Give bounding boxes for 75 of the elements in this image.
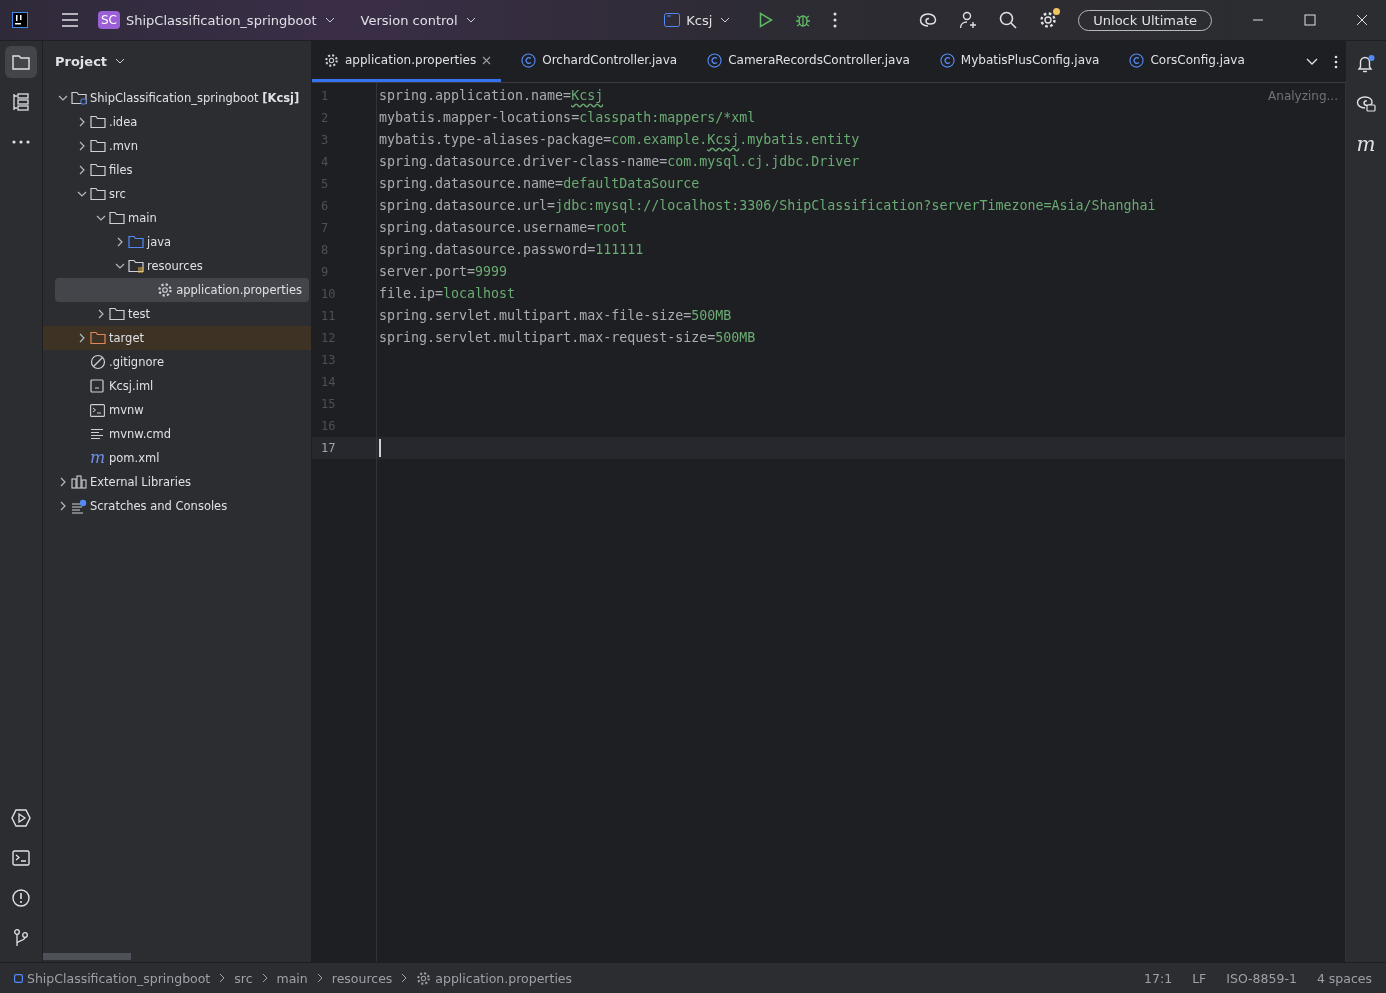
code-line: mybatis.type-aliases-package=com.example.Kcsj.mybatis.entity [379,132,860,147]
tree-label: main [128,211,157,225]
code-line: spring.datasource.password=111111 [379,242,644,257]
code-line: spring.servlet.multipart.max-file-size=500MB [379,308,732,323]
breadcrumb[interactable]: ShipClassification_springboot [14,970,211,986]
code-line: spring.application.name=Kcsj [379,88,604,103]
tree-label: ShipClassification_springboot [Kcsj] [90,91,300,105]
project-dropdown[interactable]: SC ShipClassification_springboot [90,7,343,33]
status-item[interactable]: ISO-8859-1 [1226,970,1297,986]
tree-label: External Libraries [90,475,192,489]
tree-item[interactable]: Kcsj.iml [43,374,309,398]
tab-label: CameraRecordsController.java [728,53,910,67]
tree-item[interactable]: ShipClassification_springboot [Kcsj] [43,86,309,110]
code-line: spring.datasource.name=defaultDataSource [379,176,700,191]
breadcrumb[interactable]: src [234,970,253,986]
tree-label: src [109,187,126,201]
breadcrumb[interactable]: main [276,970,308,986]
tree-item[interactable]: Scratches and Consoles [43,494,309,518]
editor-tab[interactable]: MybatisPlusConfig.java [927,41,1110,82]
tree-item[interactable]: m pom.xml [43,446,309,470]
tree-item[interactable]: .gitignore [43,350,309,374]
project-view-dropdown[interactable]: Project [49,52,132,70]
tree-label: .idea [109,115,138,129]
tree-label: .gitignore [109,355,165,369]
vcs-dropdown[interactable]: Version control [352,8,484,32]
code-line: spring.datasource.driver-class-name=com.mysql.cj.jdbc.Driver [379,154,860,169]
tree-label: java [147,235,172,249]
tree-item[interactable]: mvnw.cmd [43,422,309,446]
tree-label: pom.xml [109,451,160,465]
tab-label: CorsConfig.java [1150,53,1245,67]
run-config-dropdown[interactable]: Kcsj [656,8,739,32]
code-line: server.port=9999 [379,264,508,279]
analysis-status: Analyzing... [1268,89,1338,103]
tree-label: application.properties [176,283,303,297]
tree-label: Kcsj.iml [109,379,154,393]
breadcrumb[interactable]: resources [331,970,393,986]
tree-label: resources [147,259,203,273]
tab-label: MybatisPlusConfig.java [960,53,1100,67]
editor-tab[interactable]: application.properties [312,41,502,82]
status-item[interactable]: 17:1 [1144,970,1173,986]
line-number: 17 [312,437,376,459]
tab-label: application.properties [345,53,477,67]
tree-label: mvnw.cmd [109,427,172,441]
tree-item[interactable]: src [43,182,309,206]
code-line: spring.servlet.multipart.max-request-size=500MB [379,330,756,345]
maven-tool-button[interactable]: m [1351,129,1381,159]
tree-item[interactable]: files [43,158,309,182]
tab-label: OrchardController.java [542,53,678,67]
tree-item[interactable]: .idea [43,110,309,134]
tree-item[interactable]: main [43,206,309,230]
editor-tab[interactable]: OrchardController.java [509,41,688,82]
editor-tab[interactable]: CameraRecordsController.java [695,41,920,82]
maven-icon: m [90,450,106,466]
tree-label: mvnw [109,403,144,417]
status-item[interactable]: LF [1192,970,1207,986]
tree-label: files [109,163,133,177]
tree-item[interactable]: target [43,326,311,350]
tree-label: .mvn [109,139,138,153]
status-item[interactable]: 4 spaces [1316,970,1372,986]
code-line: spring.datasource.url=jdbc:mysql://localhost:3306/ShipClassification?serverTimezone=Asia/Shanghai [379,198,1156,213]
tree-item[interactable]: java [43,230,309,254]
tree-item[interactable]: application.properties [55,278,309,302]
editor-tab[interactable]: CorsConfig.java [1117,41,1255,82]
tree-item[interactable]: External Libraries [43,470,309,494]
code-line: mybatis.mapper-locations=classpath:mappers/*xml [379,110,756,125]
tree-item[interactable]: test [43,302,309,326]
tree-item[interactable]: mvnw [43,398,309,422]
tree-item[interactable]: .mvn [43,134,309,158]
code-line: file.ip=localhost [379,286,516,301]
tree-label: test [128,307,151,321]
code-line: spring.datasource.username=root [379,220,628,235]
tree-label: Scratches and Consoles [90,499,228,513]
tree-label: target [109,331,144,345]
breadcrumb[interactable]: application.properties [416,970,573,986]
tree-item[interactable]: resources [43,254,309,278]
